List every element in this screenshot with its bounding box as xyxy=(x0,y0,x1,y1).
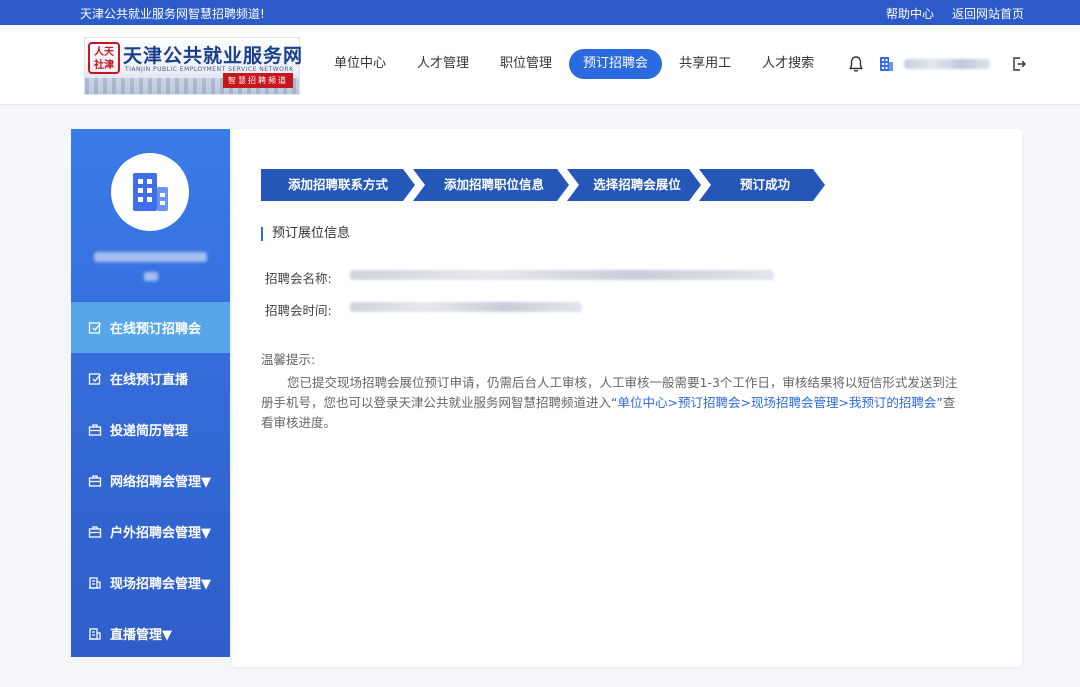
sidebar-item-book-live[interactable]: 在线预订直播 xyxy=(71,353,230,404)
step-select-booth: 选择招聘会展位 xyxy=(593,177,681,192)
user-name-redacted[interactable] xyxy=(904,59,990,69)
fair-time-label: 招聘会时间: xyxy=(265,303,332,318)
sidebar-item-resume-management[interactable]: 投递简历管理 xyxy=(71,404,230,455)
help-center-link[interactable]: 帮助中心 xyxy=(886,5,934,22)
nav-unit-center[interactable]: 单位中心 xyxy=(320,49,400,79)
step-add-contact: 添加招聘联系方式 xyxy=(287,177,388,192)
sidebar-item-label: 投递简历管理 xyxy=(110,424,189,439)
step-add-position: 添加招聘职位信息 xyxy=(443,177,544,192)
building-icon[interactable] xyxy=(878,56,894,72)
fair-time-value-redacted xyxy=(350,302,582,312)
sidebar-item-book-job-fair[interactable]: 在线预订招聘会 xyxy=(71,302,230,353)
header: 人天 社津 天津公共就业服务网 TIANJIN PUBLIC EMPLOYMENT… xyxy=(0,25,1080,105)
office-icon xyxy=(89,627,101,640)
sidebar-item-label: 在线预订招聘会 xyxy=(110,322,202,337)
tips-path-link[interactable]: “单位中心>预订招聘会>现场招聘会管理>我预订的招聘会” xyxy=(611,395,943,410)
briefcase-icon xyxy=(88,423,102,436)
step-booking-success: 预订成功 xyxy=(739,177,790,192)
progress-steps: 添加招聘联系方式 添加招聘职位信息 选择招聘会展位 预订成功 xyxy=(261,169,827,201)
section-title: 预订展位信息 xyxy=(261,227,350,241)
main-nav: 单位中心 人才管理 职位管理 预订招聘会 共享用工 人才搜索 xyxy=(320,49,831,79)
sidebar-item-label: 现场招聘会管理▼ xyxy=(110,577,211,592)
nav-talent-management[interactable]: 人才管理 xyxy=(403,49,483,79)
main-card: 添加招聘联系方式 添加招聘职位信息 选择招聘会展位 预订成功 预订展位信息 招聘… xyxy=(232,129,1022,667)
sidebar: 在线预订招聘会 在线预订直播 投递简历管理 网络招聘会管理▼ 户外招聘会管理▼ … xyxy=(71,129,230,657)
bell-icon[interactable] xyxy=(848,55,864,73)
sidebar-item-label: 直播管理▼ xyxy=(110,628,172,643)
fair-name-value-redacted xyxy=(350,270,774,280)
edit-square-icon xyxy=(88,321,101,334)
edit-square-icon xyxy=(88,372,101,385)
logout-icon[interactable] xyxy=(1012,56,1026,72)
welcome-text: 天津公共就业服务网智慧招聘频道! xyxy=(80,7,265,21)
nav-talent-search[interactable]: 人才搜索 xyxy=(748,49,828,79)
office-icon xyxy=(89,576,101,589)
logo-name-en: TIANJIN PUBLIC EMPLOYMENT SERVICE NETWOR… xyxy=(125,66,294,73)
company-name-redacted xyxy=(94,252,207,262)
nav-shared-employment[interactable]: 共享用工 xyxy=(665,49,745,79)
briefcase-icon xyxy=(88,525,102,538)
site-logo[interactable]: 人天 社津 天津公共就业服务网 TIANJIN PUBLIC EMPLOYMENT… xyxy=(84,37,304,95)
sidebar-item-label: 在线预订直播 xyxy=(110,373,189,388)
building-icon xyxy=(133,173,168,211)
tips-title: 温馨提示: xyxy=(261,352,316,367)
company-name-redacted-2 xyxy=(144,272,158,281)
logo-name-cn: 天津公共就业服务网 xyxy=(123,45,304,67)
logo-badge: 智慧招聘频道 xyxy=(223,73,293,88)
sidebar-item-live-management[interactable]: 直播管理▼ xyxy=(71,608,230,659)
logo-seal: 人天 社津 xyxy=(88,42,120,74)
sidebar-item-online-fair-management[interactable]: 网络招聘会管理▼ xyxy=(71,455,230,506)
header-icons xyxy=(848,55,1026,73)
fair-name-label: 招聘会名称: xyxy=(265,271,332,286)
briefcase-icon xyxy=(88,474,102,487)
sidebar-item-onsite-fair-management[interactable]: 现场招聘会管理▼ xyxy=(71,557,230,608)
nav-book-job-fair[interactable]: 预订招聘会 xyxy=(569,49,663,79)
return-home-link[interactable]: 返回网站首页 xyxy=(952,5,1024,22)
sidebar-item-label: 网络招聘会管理▼ xyxy=(110,475,211,490)
company-avatar xyxy=(111,153,189,231)
sidebar-menu: 在线预订招聘会 在线预订直播 投递简历管理 网络招聘会管理▼ 户外招聘会管理▼ … xyxy=(71,302,230,659)
nav-job-management[interactable]: 职位管理 xyxy=(486,49,566,79)
top-strip: 天津公共就业服务网智慧招聘频道! 帮助中心 返回网站首页 xyxy=(0,0,1080,25)
tips-text: 您已提交现场招聘会展位预订申请，仍需后台人工审核，人工审核一般需要1-3个工作日… xyxy=(261,373,961,433)
sidebar-item-label: 户外招聘会管理▼ xyxy=(110,526,211,541)
sidebar-item-outdoor-fair-management[interactable]: 户外招聘会管理▼ xyxy=(71,506,230,557)
top-links: 帮助中心 返回网站首页 xyxy=(886,5,1024,22)
